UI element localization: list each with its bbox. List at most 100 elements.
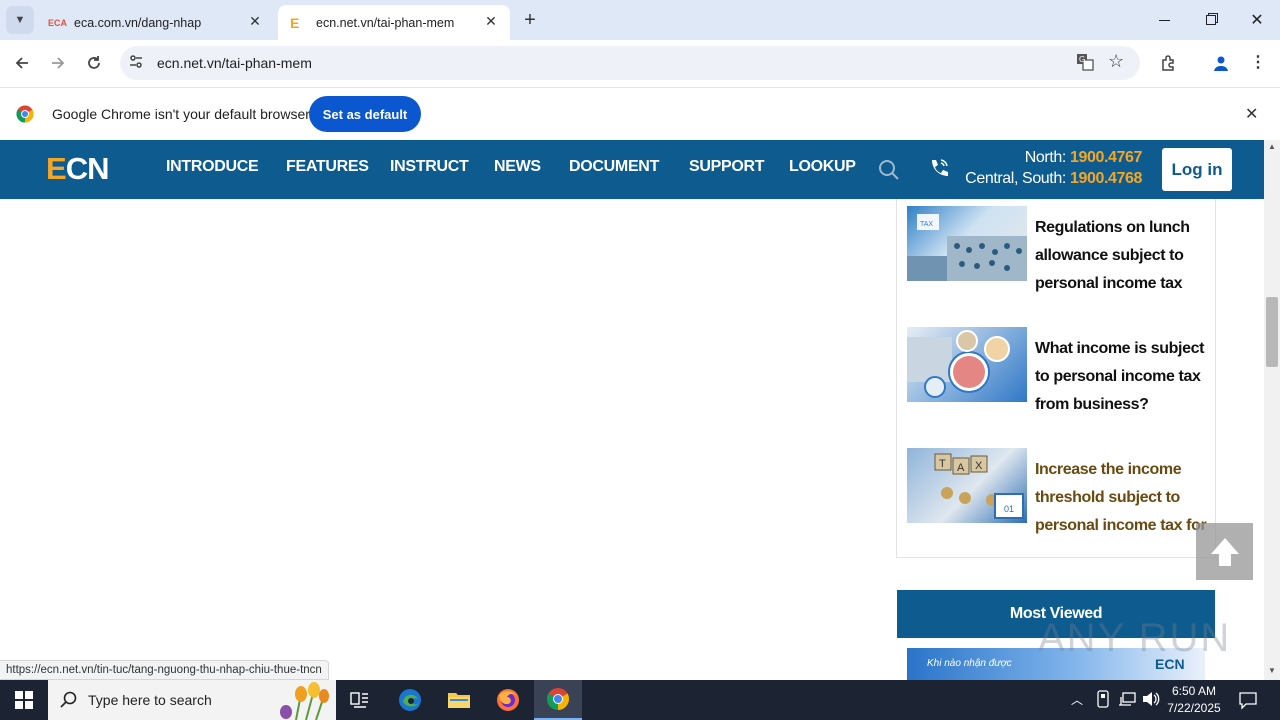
tray-network-icon[interactable]: [1118, 691, 1136, 712]
nav-document[interactable]: DOCUMENT: [569, 158, 659, 176]
bookmark-star-icon[interactable]: ☆: [1108, 51, 1124, 72]
plus-icon: +: [524, 8, 536, 31]
restore-button[interactable]: [1197, 6, 1225, 34]
browser-toolbar: ecn.net.vn/tai-phan-mem G ☆ ⋮: [0, 40, 1280, 86]
ecn-logo[interactable]: ECN: [46, 151, 110, 187]
new-tab-button[interactable]: +: [516, 6, 544, 34]
reload-button[interactable]: [80, 49, 108, 77]
profile-button[interactable]: [1207, 49, 1235, 77]
news-thumbnail[interactable]: [907, 327, 1027, 402]
svg-text:A: A: [957, 462, 965, 474]
scrollbar-thumb[interactable]: [1266, 297, 1278, 367]
news-thumbnail[interactable]: TAX: [907, 206, 1027, 281]
nav-features[interactable]: FEATURES: [286, 158, 369, 176]
nav-news[interactable]: NEWS: [494, 158, 541, 176]
login-button[interactable]: Log in: [1162, 148, 1232, 191]
tab-ecn[interactable]: E ecn.net.vn/tai-phan-mem ✕: [278, 5, 510, 40]
news-item[interactable]: TAX Regulations on lunch allowance subje…: [907, 206, 1207, 292]
status-bubble-url: https://ecn.net.vn/tin-tuc/tang-nguong-t…: [0, 660, 329, 680]
address-bar[interactable]: ecn.net.vn/tai-phan-mem G ☆: [120, 46, 1140, 80]
nav-instruct[interactable]: INSTRUCT: [390, 158, 469, 176]
minimize-button[interactable]: [1150, 6, 1178, 34]
svg-text:T: T: [939, 458, 946, 470]
close-window-button[interactable]: ✕: [1243, 6, 1271, 34]
infobar-message: Google Chrome isn't your default browser: [52, 106, 310, 122]
tray-chevron-up-icon[interactable]: ︿: [1071, 691, 1083, 708]
chevron-down-icon: ▼: [14, 14, 26, 26]
translate-icon[interactable]: G: [1076, 53, 1096, 73]
tab-eca[interactable]: ECA eca.com.vn/dang-nhap ✕: [36, 5, 274, 40]
forward-arrow-icon: [52, 57, 65, 69]
ecn-favicon-icon: E: [290, 14, 300, 31]
page-scrollbar[interactable]: ▲ ▼: [1264, 140, 1280, 680]
firefox-taskbar-button[interactable]: [484, 680, 532, 720]
logo-letters: CN: [65, 151, 110, 186]
edge-taskbar-button[interactable]: [386, 680, 434, 720]
chrome-taskbar-button[interactable]: [534, 680, 582, 720]
hotline-south-number[interactable]: 1900.4768: [1070, 170, 1142, 187]
minimize-icon: [1158, 19, 1170, 21]
notification-center-icon[interactable]: [1238, 690, 1258, 715]
hotline-north-label: North:: [1024, 149, 1067, 166]
windows-logo-icon: [15, 691, 33, 709]
url-text[interactable]: ecn.net.vn/tai-phan-mem: [157, 55, 312, 71]
taskbar-search-box[interactable]: Type here to search: [48, 680, 336, 720]
hotline-south-label: Central, South:: [965, 170, 1066, 187]
site-info-icon[interactable]: [128, 54, 146, 72]
set-as-default-button[interactable]: Set as default: [309, 96, 421, 132]
task-view-icon: [350, 692, 368, 708]
forward-button[interactable]: [44, 49, 72, 77]
tulip-decoration-icon: [280, 682, 329, 720]
hotline-south: Central, South: 1900.4768: [965, 170, 1142, 188]
more-vertical-icon: ⋮: [1250, 54, 1266, 71]
anyrun-watermark: ANY RUN: [1038, 616, 1231, 661]
scroll-down-arrow-icon[interactable]: ▼: [1268, 666, 1276, 675]
close-tab-icon[interactable]: ✕: [482, 13, 500, 30]
scroll-up-arrow-icon[interactable]: ▲: [1268, 142, 1276, 151]
tab-title: ecn.net.vn/tai-phan-mem: [316, 15, 455, 30]
back-arrow-icon: [15, 57, 28, 69]
hotline-north: North: 1900.4767: [1024, 149, 1143, 167]
extensions-button[interactable]: [1155, 49, 1183, 77]
tab-search-button[interactable]: ▼: [6, 6, 34, 34]
logo-accent-letter: E: [46, 151, 67, 186]
phone-icon: [928, 157, 950, 184]
news-title[interactable]: Increase the income threshold subject to…: [1035, 456, 1210, 540]
arrow-up-icon: [1210, 537, 1239, 566]
hotline-north-number[interactable]: 1900.4767: [1070, 149, 1142, 166]
news-title[interactable]: Regulations on lunch allowance subject t…: [1035, 214, 1210, 298]
tray-usb-icon[interactable]: [1096, 690, 1110, 713]
back-button[interactable]: [8, 49, 36, 77]
news-thumbnail[interactable]: T A X 01: [907, 448, 1027, 523]
menu-button[interactable]: ⋮: [1244, 49, 1272, 77]
nav-introduce[interactable]: INTRODUCE: [166, 158, 259, 176]
nav-support[interactable]: SUPPORT: [689, 158, 765, 176]
svg-text:TAX: TAX: [920, 221, 933, 228]
file-explorer-taskbar-button[interactable]: [435, 680, 483, 720]
search-icon[interactable]: [878, 159, 900, 186]
close-infobar-icon[interactable]: ✕: [1245, 104, 1258, 124]
tab-strip: ▼ ECA eca.com.vn/dang-nhap ✕ E ecn.net.v…: [0, 0, 1280, 40]
nav-lookup[interactable]: LOOKUP: [789, 158, 856, 176]
news-title[interactable]: What income is subject to personal incom…: [1035, 335, 1210, 419]
taskbar-clock[interactable]: 6:50 AM 7/22/2025: [1160, 683, 1228, 717]
task-view-button[interactable]: [336, 680, 384, 720]
back-to-top-button[interactable]: [1196, 523, 1253, 580]
svg-text:X: X: [975, 460, 983, 472]
restore-icon: [1206, 15, 1216, 25]
folder-icon: [448, 693, 470, 708]
svg-text:01: 01: [1004, 504, 1014, 514]
clock-time: 6:50 AM: [1171, 684, 1217, 698]
tab-title: eca.com.vn/dang-nhap: [74, 15, 202, 30]
start-button[interactable]: [0, 680, 48, 720]
tray-volume-icon[interactable]: [1142, 691, 1160, 712]
default-browser-infobar: Google Chrome isn't your default browser…: [0, 87, 1280, 140]
clock-date: 7/22/2025: [1167, 701, 1221, 715]
news-item[interactable]: T A X 01 Increase the income threshold s…: [907, 448, 1207, 534]
news-item[interactable]: What income is subject to personal incom…: [907, 327, 1207, 413]
close-tab-icon[interactable]: ✕: [246, 13, 264, 30]
chrome-logo-icon: [16, 105, 34, 123]
profile-icon: [1214, 56, 1228, 71]
firefox-icon: [497, 689, 519, 711]
search-placeholder: Type here to search: [88, 692, 212, 708]
